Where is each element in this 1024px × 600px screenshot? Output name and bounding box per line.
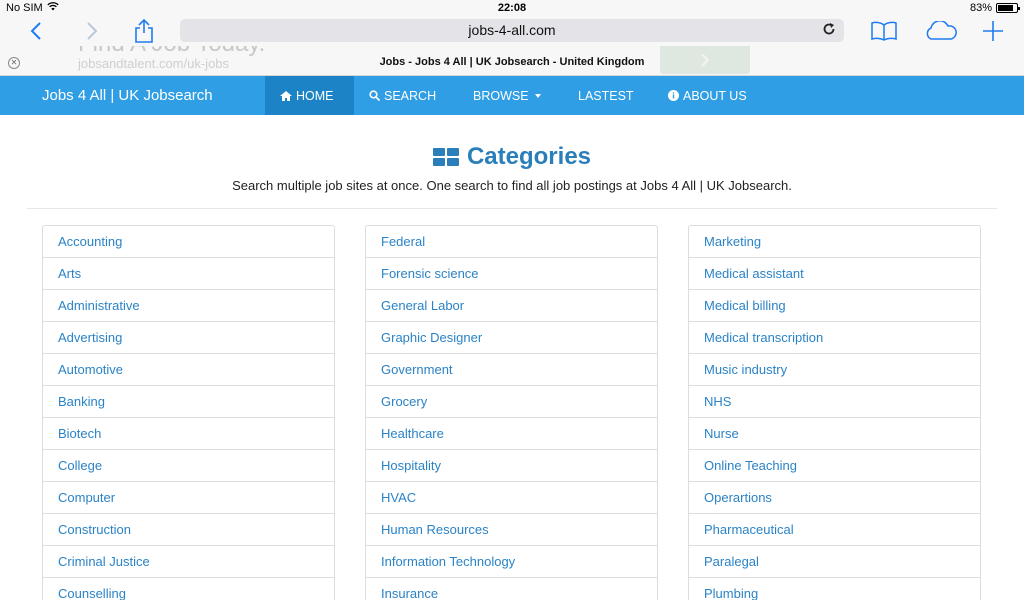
category-list-1: Accounting Arts Administrative Advertising A… <box>42 225 335 600</box>
clock: 22:08 <box>497 2 527 14</box>
category-link[interactable]: General Labor <box>366 290 657 322</box>
category-link[interactable]: Marketing <box>689 226 980 258</box>
category-link[interactable]: Graphic Designer <box>366 322 657 354</box>
browser-toolbar: jobs-4-all.com <box>0 16 1024 46</box>
search-icon <box>369 90 380 101</box>
nav-about[interactable]: ABOUT US <box>653 76 762 115</box>
category-link[interactable]: College <box>43 450 334 482</box>
category-link[interactable]: Administrative <box>43 290 334 322</box>
category-link[interactable]: Criminal Justice <box>43 546 334 578</box>
category-link[interactable]: NHS <box>689 386 980 418</box>
categories-title: Categories <box>466 143 592 170</box>
category-link[interactable]: Federal <box>366 226 657 258</box>
nav-lastest-label: LASTEST <box>578 88 634 103</box>
caret-down-icon <box>534 93 541 98</box>
category-link[interactable]: Grocery <box>366 386 657 418</box>
category-link[interactable]: Music industry <box>689 354 980 386</box>
forward-icon[interactable] <box>82 16 102 46</box>
category-link[interactable]: Construction <box>43 514 334 546</box>
nav-search[interactable]: SEARCH <box>354 76 451 115</box>
category-link[interactable]: Nurse <box>689 418 980 450</box>
bookmarks-icon[interactable] <box>870 16 898 46</box>
battery-fill <box>998 5 1013 11</box>
nav-home-label: HOME <box>296 88 334 103</box>
share-icon[interactable] <box>132 16 156 46</box>
category-list-2: Federal Forensic science General Labor Grap… <box>365 225 658 600</box>
new-tab-icon[interactable] <box>982 16 1004 46</box>
battery-percent: 83% <box>969 2 992 14</box>
brand-link[interactable]: Jobs 4 All | UK Jobsearch <box>42 87 213 104</box>
category-link[interactable]: Hospitality <box>366 450 657 482</box>
back-icon[interactable] <box>26 16 46 46</box>
nav-home[interactable]: HOME <box>265 76 354 115</box>
status-bar: No SIM 22:08 83% <box>0 0 1024 16</box>
category-link[interactable]: Plumbing <box>689 578 980 600</box>
category-link[interactable]: Medical billing <box>689 290 980 322</box>
category-link[interactable]: Insurance <box>366 578 657 600</box>
th-large-icon <box>432 148 459 166</box>
category-link[interactable]: Paralegal <box>689 546 980 578</box>
home-icon <box>280 90 292 101</box>
category-link[interactable]: Arts <box>43 258 334 290</box>
category-link[interactable]: Accounting <box>43 226 334 258</box>
category-list-3: Marketing Medical assistant Medical billin… <box>688 225 981 600</box>
category-link[interactable]: Human Resources <box>366 514 657 546</box>
category-link[interactable]: Forensic science <box>366 258 657 290</box>
tab-title-strip: Find A Job Today. jobsandtalent.com/uk-j… <box>0 46 1024 76</box>
category-link[interactable]: Online Teaching <box>689 450 980 482</box>
category-link[interactable]: Automotive <box>43 354 334 386</box>
category-link[interactable]: Government <box>366 354 657 386</box>
category-link[interactable]: Operartions <box>689 482 980 514</box>
category-link[interactable]: Healthcare <box>366 418 657 450</box>
status-right: 83% <box>969 2 1020 14</box>
category-link[interactable]: Computer <box>43 482 334 514</box>
site-navbar: Jobs 4 All | UK Jobsearch HOME SEARCH BR… <box>0 76 1024 115</box>
page-title: Jobs - Jobs 4 All | UK Jobsearch - Unite… <box>379 56 645 68</box>
info-icon <box>668 90 679 101</box>
categories-heading: Categories <box>0 143 1024 171</box>
nav-search-label: SEARCH <box>384 88 437 103</box>
category-link[interactable]: Information Technology <box>366 546 657 578</box>
nav-about-label: ABOUT US <box>683 88 747 103</box>
category-link[interactable]: Medical assistant <box>689 258 980 290</box>
category-link[interactable]: Banking <box>43 386 334 418</box>
reload-icon[interactable] <box>822 22 836 40</box>
icloud-tabs-icon[interactable] <box>922 16 960 46</box>
categories-subtitle: Search multiple job sites at once. One s… <box>232 178 792 193</box>
category-link[interactable]: Counselling <box>43 578 334 600</box>
nav-browse-label: BROWSE <box>473 88 529 103</box>
category-link[interactable]: HVAC <box>366 482 657 514</box>
battery-icon <box>996 3 1020 13</box>
category-link[interactable]: Pharmaceutical <box>689 514 980 546</box>
divider <box>27 208 997 209</box>
category-link[interactable]: Advertising <box>43 322 334 354</box>
category-link[interactable]: Biotech <box>43 418 334 450</box>
url-text: jobs-4-all.com <box>468 22 556 38</box>
nav-lastest[interactable]: LASTEST <box>563 76 649 115</box>
category-link[interactable]: Medical transcription <box>689 322 980 354</box>
url-bar[interactable]: jobs-4-all.com <box>180 19 844 42</box>
nav-browse[interactable]: BROWSE <box>458 76 556 115</box>
